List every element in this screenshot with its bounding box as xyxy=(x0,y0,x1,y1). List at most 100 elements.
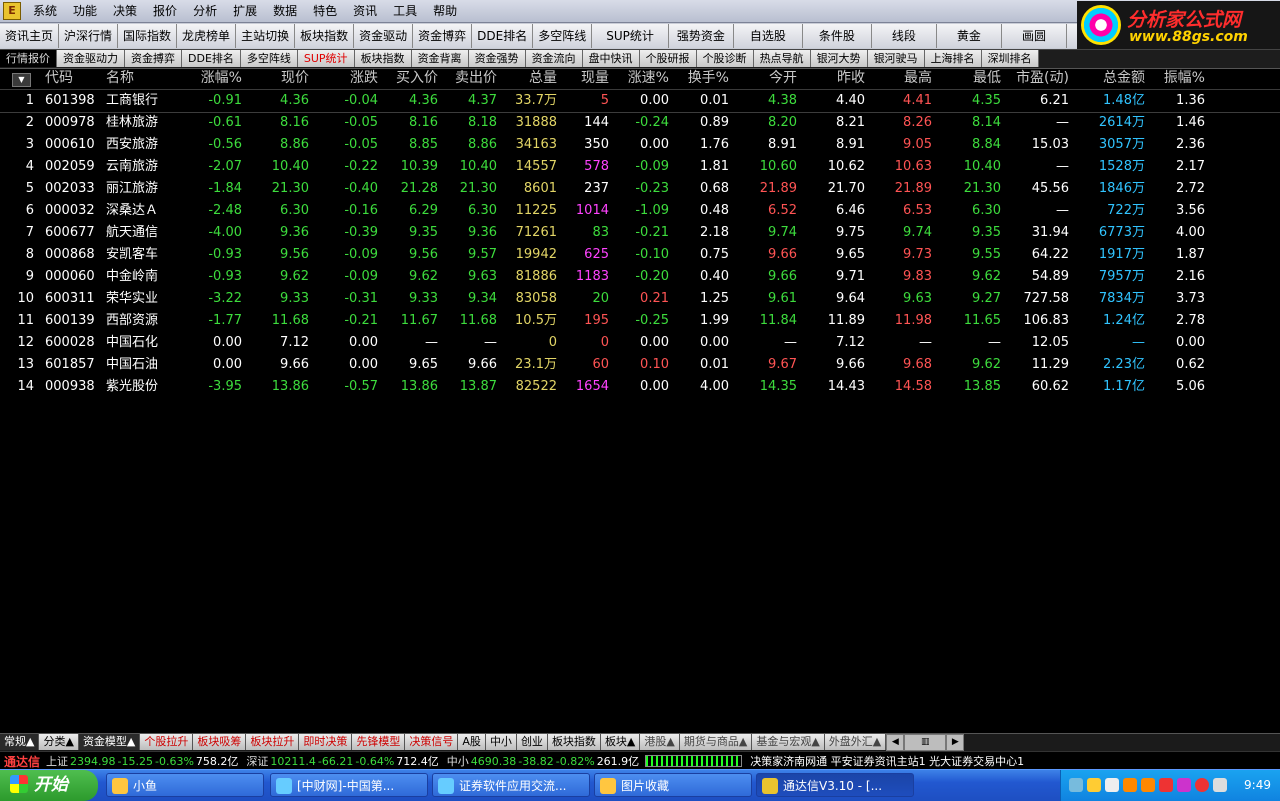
ime-icon[interactable] xyxy=(1213,778,1227,792)
toolbar-button[interactable]: 主站切换 xyxy=(236,24,296,48)
col-code-header[interactable]: 代码 xyxy=(45,68,105,89)
table-row[interactable]: 2 000978 桂林旅游 -0.61 8.16 -0.05 8.16 8.18 31888 14… xyxy=(0,112,1280,134)
tab-bull-bear[interactable]: 多空阵线 xyxy=(240,50,298,67)
chat-icon[interactable] xyxy=(1123,778,1137,792)
table-row[interactable]: 7 600677 航天通信 -4.00 9.36 -0.39 9.35 9.36 71261 83… xyxy=(0,222,1280,244)
col-prev-close-header[interactable]: 昨收 xyxy=(810,68,865,89)
antivirus-icon[interactable] xyxy=(1159,778,1173,792)
tab-fund-divergence[interactable]: 资金背离 xyxy=(411,50,469,67)
menu-quote[interactable]: 报价 xyxy=(145,0,185,22)
tab-fund-flow[interactable]: 资金流向 xyxy=(525,50,583,67)
bottom-tab[interactable]: A股 xyxy=(458,734,486,750)
tab-intraday-news[interactable]: 盘中快讯 xyxy=(582,50,640,67)
menu-decision[interactable]: 决策 xyxy=(105,0,145,22)
tab-galaxy-horse[interactable]: 银河驶马 xyxy=(867,50,925,67)
col-price-header[interactable]: 现价 xyxy=(250,68,309,89)
bottom-tab[interactable]: 基金与宏观▲ xyxy=(752,734,825,750)
menu-analysis[interactable]: 分析 xyxy=(185,0,225,22)
toolbar-button[interactable]: 资讯主页 xyxy=(0,24,60,48)
volume-icon[interactable] xyxy=(1105,778,1119,792)
taskbar-item[interactable]: 图片收藏 xyxy=(594,773,752,797)
menu-help[interactable]: 帮助 xyxy=(425,0,465,22)
bottom-tab[interactable]: 先锋模型 xyxy=(352,734,406,750)
table-row[interactable]: 14 000938 紫光股份 -3.95 13.86 -0.57 13.86 13.87 825… xyxy=(0,376,1280,398)
bottom-tab[interactable]: 外盘外汇▲ xyxy=(824,734,887,750)
bottom-tab[interactable]: 常规▲ xyxy=(0,734,40,750)
col-amplitude-header[interactable]: 振幅% xyxy=(1150,68,1205,89)
tab-stock-diagnosis[interactable]: 个股诊断 xyxy=(696,50,754,67)
col-ask-header[interactable]: 卖出价 xyxy=(445,68,497,89)
tab-shanghai-rank[interactable]: 上海排名 xyxy=(924,50,982,67)
scroll-left-icon[interactable]: ◀ xyxy=(886,734,905,751)
shield-icon[interactable] xyxy=(1087,778,1101,792)
toolbar-button[interactable]: 板块指数 xyxy=(295,24,355,48)
menu-extend[interactable]: 扩展 xyxy=(225,0,265,22)
tab-fund-drive[interactable]: 资金驱动力 xyxy=(57,50,125,67)
tab-stock-research[interactable]: 个股研报 xyxy=(639,50,697,67)
toolbar-button[interactable]: 多空阵线 xyxy=(533,24,593,48)
toolbar-button[interactable]: 黄金 xyxy=(936,24,1002,48)
tab-fund-strength[interactable]: 资金强势 xyxy=(468,50,526,67)
toolbar-button[interactable]: 强势资金 xyxy=(668,24,734,48)
toolbar-button[interactable]: SUP统计 xyxy=(592,24,669,48)
chat-icon[interactable] xyxy=(1141,778,1155,792)
tab-quote[interactable]: 行情报价 xyxy=(0,50,57,67)
app-tray-icon[interactable] xyxy=(1177,778,1191,792)
toolbar-button[interactable]: DDE排名 xyxy=(472,24,534,48)
bottom-tab[interactable]: 板块指数 xyxy=(547,734,601,750)
table-row[interactable]: 11 600139 西部资源 -1.77 11.68 -0.21 11.67 11.68 10.… xyxy=(0,310,1280,332)
bottom-tab[interactable]: 板块吸筹 xyxy=(193,734,247,750)
toolbar-button[interactable]: 画圆 xyxy=(1001,24,1067,48)
tab-galaxy-trend[interactable]: 银河大势 xyxy=(810,50,868,67)
start-button[interactable]: 开始 xyxy=(0,770,98,801)
taskbar-item[interactable]: 小鱼 xyxy=(106,773,264,797)
col-change-pct-header[interactable]: 涨幅% xyxy=(180,68,242,89)
taskbar-item[interactable]: [中财网]-中国第... xyxy=(270,773,428,797)
toolbar-button[interactable]: 资金博弈 xyxy=(413,24,473,48)
bottom-tab[interactable]: 中小 xyxy=(485,734,517,750)
bottom-tab[interactable]: 个股拉升 xyxy=(140,734,194,750)
bottom-tab[interactable]: 期货与商品▲ xyxy=(679,734,753,750)
bottom-tab[interactable]: 创业 xyxy=(516,734,548,750)
bottom-tab[interactable]: 分类▲ xyxy=(39,734,79,750)
bottom-tab[interactable]: 决策信号 xyxy=(405,734,459,750)
toolbar-button[interactable]: 龙虎榜单 xyxy=(177,24,237,48)
toolbar-button[interactable]: 线段 xyxy=(871,24,937,48)
col-open-header[interactable]: 今开 xyxy=(740,68,797,89)
taskbar-item-active[interactable]: 通达信V3.10 - [... xyxy=(756,773,914,797)
network-icon[interactable] xyxy=(1069,778,1083,792)
toolbar-button[interactable]: 条件股 xyxy=(802,24,872,48)
menu-system[interactable]: 系统 xyxy=(25,0,65,22)
bottom-tab[interactable]: 即时决策 xyxy=(299,734,353,750)
tab-sector-index[interactable]: 板块指数 xyxy=(354,50,412,67)
table-row[interactable]: 5 002033 丽江旅游 -1.84 21.30 -0.40 21.28 21.30 8601… xyxy=(0,178,1280,200)
table-row[interactable]: 3 000610 西安旅游 -0.56 8.86 -0.05 8.85 8.86 34163 35… xyxy=(0,134,1280,156)
col-high-header[interactable]: 最高 xyxy=(875,68,932,89)
table-row[interactable]: 4 002059 云南旅游 -2.07 10.40 -0.22 10.39 10.40 1455… xyxy=(0,156,1280,178)
taskbar-item[interactable]: 证券软件应用交流... xyxy=(432,773,590,797)
menu-info[interactable]: 资讯 xyxy=(345,0,385,22)
col-volume-header[interactable]: 总量 xyxy=(500,68,557,89)
table-row[interactable]: 1 601398 工商银行 -0.91 4.36 -0.04 4.36 4.37 33.7万 5 0… xyxy=(0,90,1280,112)
tab-dde-rank[interactable]: DDE排名 xyxy=(182,50,241,67)
table-row[interactable]: 13 601857 中国石油 0.00 9.66 0.00 9.65 9.66 23.1万 60 0… xyxy=(0,354,1280,376)
scroll-right-icon[interactable]: ▶ xyxy=(946,734,965,751)
bottom-tab[interactable]: 板块▲ xyxy=(600,734,641,750)
bottom-tab[interactable]: 板块拉升 xyxy=(246,734,300,750)
col-speed-header[interactable]: 涨速% xyxy=(620,68,669,89)
menu-tools[interactable]: 工具 xyxy=(385,0,425,22)
scroll-thumb[interactable]: ▥ xyxy=(904,734,947,751)
menu-function[interactable]: 功能 xyxy=(65,0,105,22)
bottom-tab[interactable]: 资金模型▲ xyxy=(78,734,141,750)
col-low-header[interactable]: 最低 xyxy=(945,68,1001,89)
col-change-header[interactable]: 涨跌 xyxy=(320,68,378,89)
table-row[interactable]: 8 000868 安凯客车 -0.93 9.56 -0.09 9.56 9.57 19942 62… xyxy=(0,244,1280,266)
menu-data[interactable]: 数据 xyxy=(265,0,305,22)
bottom-tab[interactable]: 港股▲ xyxy=(640,734,680,750)
record-icon[interactable] xyxy=(1195,778,1209,792)
tab-hot-navigation[interactable]: 热点导航 xyxy=(753,50,811,67)
col-amount-header[interactable]: 总金额 xyxy=(1080,68,1145,89)
tab-fund-game[interactable]: 资金搏弈 xyxy=(125,50,182,67)
tab-sup-stat[interactable]: SUP统计 xyxy=(297,50,355,67)
table-row[interactable]: 10 600311 荣华实业 -3.22 9.33 -0.31 9.33 9.34 83058 2… xyxy=(0,288,1280,310)
